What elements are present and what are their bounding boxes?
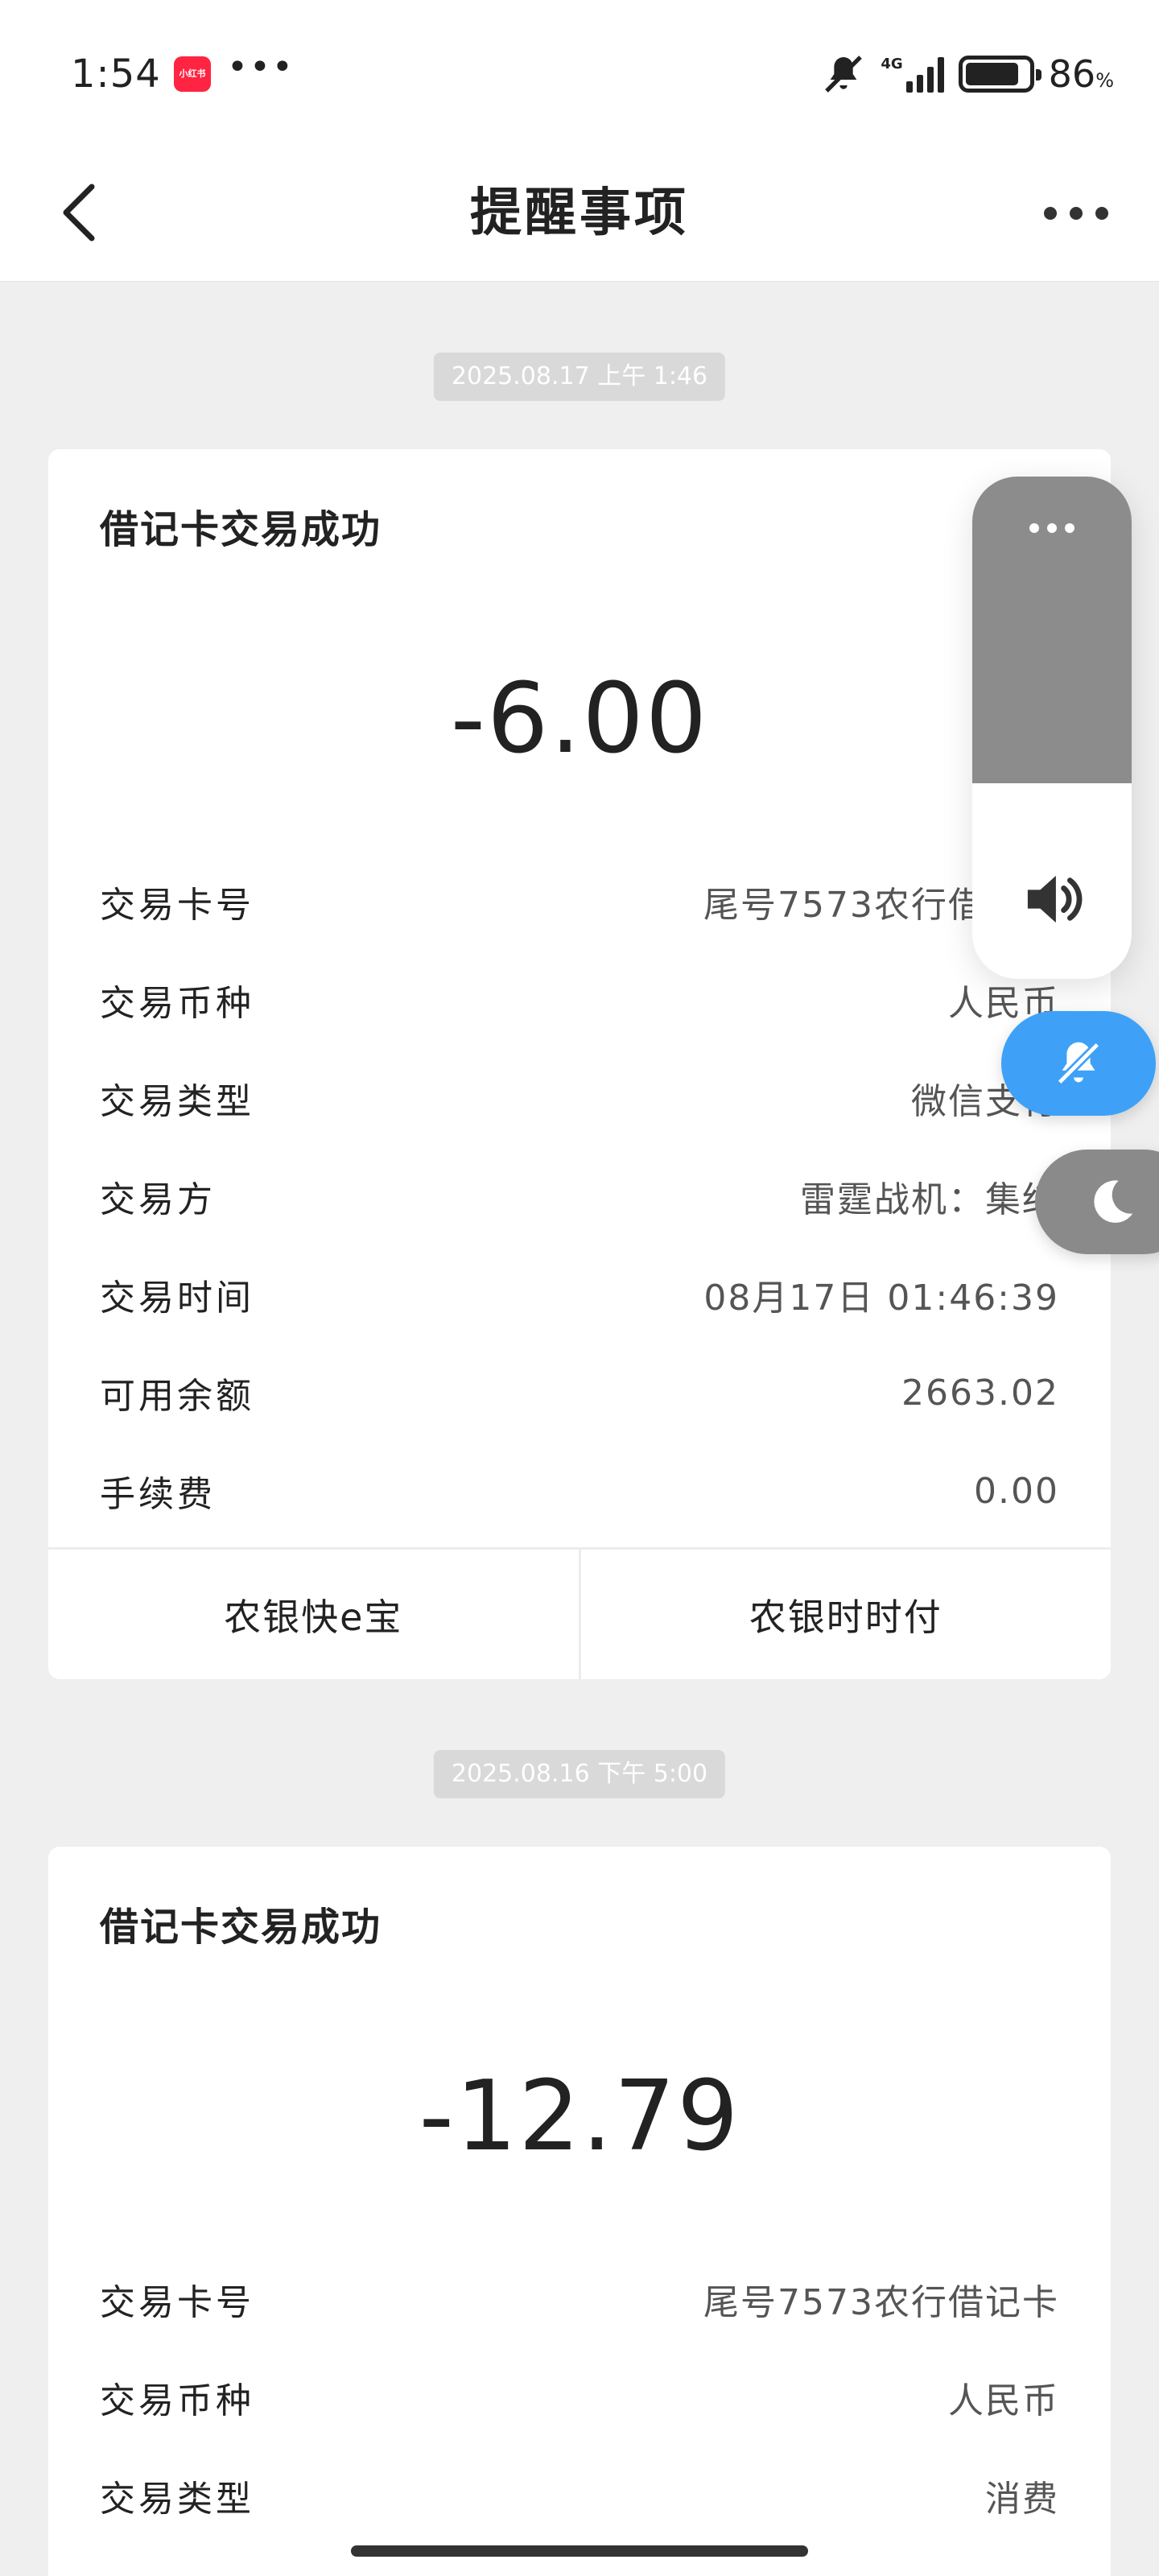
status-bar: 1:54 小红书 ••• 4G 86% [0, 0, 1159, 145]
kuai-e-bao-button[interactable]: 农银快e宝 [48, 1550, 579, 1679]
bell-off-icon [1057, 1042, 1100, 1085]
more-dot-icon [1044, 207, 1057, 220]
detail-row-card-number: 交易卡号 尾号7573农行借记卡 [100, 885, 1059, 926]
more-notifications-icon: ••• [227, 47, 295, 88]
transaction-amount: -12.79 [419, 2061, 740, 2173]
signal-strength-icon [905, 56, 944, 93]
transaction-card: 借记卡交易成功 -12.79 交易卡号 尾号7573农行借记卡 交易币种 人民币… [48, 1847, 1111, 2576]
page-title: 提醒事项 [470, 184, 689, 243]
detail-row-time: 交易时间 08月17日 01:46:39 [100, 1278, 1059, 1319]
home-indicator[interactable] [351, 2545, 808, 2557]
speaker-icon [1027, 875, 1083, 923]
do-not-disturb-button[interactable] [1035, 1150, 1159, 1254]
transaction-amount: -6.00 [450, 663, 709, 775]
volume-slider[interactable] [972, 477, 1132, 979]
battery-percentage: 86% [1048, 52, 1114, 96]
more-options-button[interactable] [1032, 185, 1120, 242]
volume-menu-icon[interactable] [972, 523, 1132, 533]
more-dot-icon [1070, 207, 1083, 220]
transaction-card: 借记卡交易成功 -6.00 交易卡号 尾号7573农行借记卡 交易币种 人民币 … [48, 449, 1111, 1679]
moon-icon [1094, 1180, 1133, 1223]
battery-fill [965, 63, 1018, 85]
detail-row-balance: 可用余额 2663.02 [100, 1372, 1059, 1418]
shi-shi-fu-button[interactable]: 农银时时付 [578, 1550, 1112, 1679]
message-timestamp: 2025.08.17 上午 1:46 [433, 353, 726, 401]
detail-row-type: 交易类型 消费 [100, 2479, 1059, 2520]
card-actions: 农银快e宝 农银时时付 [48, 1547, 1111, 1679]
card-title: 借记卡交易成功 [100, 1905, 382, 1950]
message-timestamp: 2025.08.16 下午 5:00 [433, 1750, 726, 1798]
detail-row-currency: 交易币种 人民币 [100, 2380, 1059, 2421]
more-dot-icon [1095, 207, 1108, 220]
card-title: 借记卡交易成功 [100, 507, 382, 552]
detail-row-card-number: 交易卡号 尾号7573农行借记卡 [100, 2282, 1059, 2323]
network-type-label: 4G [881, 56, 903, 72]
detail-row-type: 交易类型 微信支付 [100, 1081, 1059, 1122]
nav-header: 提醒事项 [0, 145, 1159, 282]
mute-toggle-button[interactable] [1001, 1011, 1156, 1116]
detail-row-fee: 手续费 0.00 [100, 1470, 1059, 1516]
detail-row-counterparty: 交易方 雷霆战机：集结 [100, 1179, 1059, 1220]
mute-bell-icon [825, 56, 863, 93]
xiaohongshu-app-icon: 小红书 [174, 56, 211, 92]
detail-row-currency: 交易币种 人民币 [100, 983, 1059, 1024]
battery-icon [958, 56, 1041, 93]
status-time: 1:54 [71, 52, 161, 97]
